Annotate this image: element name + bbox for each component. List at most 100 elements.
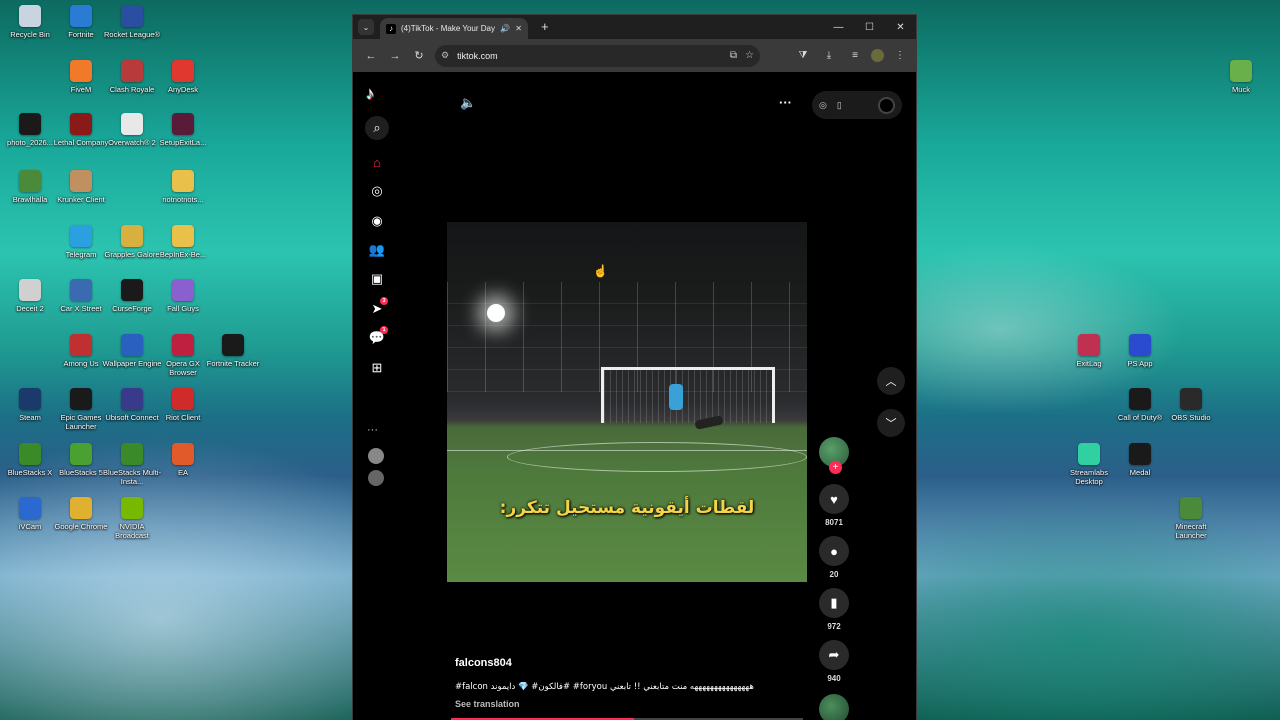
comment-action[interactable]: ● 20 [819, 536, 849, 579]
autoscroll-icon[interactable]: ◎ [819, 100, 827, 111]
pitch-circle [507, 442, 807, 472]
share-arrow-icon[interactable]: ➦ [819, 640, 849, 670]
following-users-icon[interactable]: 👥 [365, 238, 389, 262]
browser-tab[interactable]: ♪ (4)TikTok - Make Your Day 🔊 ✕ [380, 18, 528, 39]
install-app-icon[interactable]: ⧉ [730, 50, 737, 61]
app-icon [172, 334, 194, 356]
profile-avatar-nav-icon[interactable]: ◉ [365, 209, 389, 233]
desktop-icon[interactable]: AnyDesk [153, 60, 213, 94]
forward-arrow-icon[interactable]: → [383, 50, 407, 62]
pitch-line [447, 450, 807, 451]
new-tab-button[interactable]: + [541, 19, 549, 34]
desktop-icon[interactable]: NVIDIA Broadcast [102, 497, 162, 540]
desktop-icon-label: EA [177, 468, 188, 477]
back-arrow-icon[interactable]: ← [359, 50, 383, 62]
app-icon [19, 497, 41, 519]
app-icon [1230, 60, 1252, 82]
desktop-icon[interactable]: PS App [1110, 334, 1170, 368]
follow-plus-button[interactable]: + [829, 461, 842, 474]
tab-search-button[interactable]: ⌄ [358, 19, 374, 35]
desktop-icon-label: Clash Royale [109, 85, 155, 94]
messages-icon[interactable]: 💬 1 [365, 326, 389, 350]
desktop-icon[interactable]: BepInEx-Be... [153, 225, 213, 259]
more-options-icon[interactable]: ··· [779, 95, 792, 110]
desktop-icon[interactable]: Muck [1211, 60, 1271, 94]
download-icon[interactable]: ⤓ [819, 50, 839, 61]
address-bar[interactable]: ⚙ tiktok.com ⧉ ☆ [435, 44, 760, 67]
app-icon [1129, 443, 1151, 465]
app-icon [19, 170, 41, 192]
minimize-button[interactable]: — [823, 15, 854, 39]
heart-icon[interactable]: ♥ [819, 484, 849, 514]
volume-icon[interactable]: 🔈 [460, 95, 476, 111]
app-icon [1180, 388, 1202, 410]
comment-icon[interactable]: ● [819, 536, 849, 566]
desktop-icon[interactable]: Krunker Client [51, 170, 111, 204]
app-icon [1129, 334, 1151, 356]
more-nav-icon[interactable]: ··· [367, 424, 378, 436]
inbox-badge: 3 [380, 297, 388, 305]
bookmark-star-icon[interactable]: ☆ [745, 50, 754, 61]
desktop-icon-label: Recycle Bin [10, 30, 50, 39]
reload-icon[interactable]: ↻ [407, 49, 431, 62]
desktop-icon-label: Fortnite [68, 30, 94, 39]
maximize-button[interactable]: ☐ [854, 15, 885, 39]
desktop-icon[interactable]: Fortnite Tracker [203, 334, 263, 368]
desktop-icon-label: Overwatch® 2 [108, 138, 156, 147]
video-player[interactable]: لقطات أيقونية مستحيل تتكرر: ☝ [447, 222, 807, 582]
tiktok-favicon-icon: ♪ [386, 23, 396, 34]
desktop-icon[interactable]: SetupExitLa... [153, 113, 213, 147]
profile-avatar[interactable] [871, 49, 884, 62]
app-icon [70, 334, 92, 356]
see-translation-link[interactable]: See translation [455, 699, 520, 709]
desktop-icon-label: Deceit 2 [16, 304, 44, 313]
home-icon[interactable]: ⌂ [365, 150, 389, 174]
app-icon [121, 497, 143, 519]
desktop-icon[interactable]: Fall Guys [153, 279, 213, 313]
upload-plus-icon[interactable]: ⊞ [365, 356, 389, 380]
toolbar-right: ⧩ ⤓ ≡ ⋮ [793, 49, 910, 62]
share-action[interactable]: ➦ 940 [819, 640, 849, 683]
app-icon [121, 225, 143, 247]
desktop-icon-label: notnotnots... [162, 195, 204, 204]
explore-compass-icon[interactable]: ◎ [365, 179, 389, 203]
live-tv-icon[interactable]: ▣ [365, 267, 389, 291]
following-avatar[interactable] [368, 470, 384, 486]
media-control-icon[interactable]: ≡ [845, 50, 865, 61]
speaker-icon[interactable]: 🔊 [500, 24, 510, 33]
desktop-icon[interactable]: notnotnots... [153, 170, 213, 204]
search-icon[interactable]: ⌕ [365, 116, 389, 140]
tiktok-logo-icon[interactable]: ♪ [366, 84, 375, 104]
next-video-chevron-down-icon[interactable]: ﹀ [877, 409, 905, 437]
desktop-icon[interactable]: Riot Client [153, 388, 213, 422]
desktop-icon[interactable]: Rocket League® [102, 5, 162, 39]
site-info-icon[interactable]: ⚙ [441, 50, 449, 61]
following-avatar[interactable] [368, 448, 384, 464]
inbox-send-icon[interactable]: ➤ 3 [365, 297, 389, 321]
share-count: 940 [827, 674, 841, 683]
desktop-icon[interactable]: OBS Studio [1161, 388, 1221, 422]
app-icon [172, 279, 194, 301]
desktop-icon-label: Among Us [63, 359, 99, 368]
desktop-icon[interactable]: Minecraft Launcher [1161, 497, 1221, 540]
desktop-icon[interactable]: Medal [1110, 443, 1170, 477]
desktop-icon-label: Krunker Client [57, 195, 105, 204]
tab-close-icon[interactable]: ✕ [515, 24, 522, 33]
save-action[interactable]: ▮ 972 [819, 588, 849, 631]
previous-video-chevron-up-icon[interactable]: ︿ [877, 367, 905, 395]
goalkeeper-figure [669, 384, 683, 410]
music-disc-avatar[interactable] [819, 694, 849, 720]
close-window-button[interactable]: ✕ [885, 15, 916, 39]
like-action[interactable]: ♥ 8071 [819, 484, 849, 527]
theme-toggle[interactable] [878, 96, 895, 114]
desktop-icon[interactable]: EA [153, 443, 213, 477]
app-icon [121, 334, 143, 356]
app-icon [70, 113, 92, 135]
bookmark-icon[interactable]: ▮ [819, 588, 849, 618]
desktop-icon-label: Medal [1129, 468, 1151, 477]
extensions-icon[interactable]: ⧩ [793, 50, 813, 61]
device-icon[interactable]: ▯ [837, 100, 842, 111]
desktop-icon-label: Car X Street [60, 304, 102, 313]
menu-kebab-icon[interactable]: ⋮ [890, 50, 910, 61]
author-username[interactable]: falcons804 [455, 657, 512, 669]
